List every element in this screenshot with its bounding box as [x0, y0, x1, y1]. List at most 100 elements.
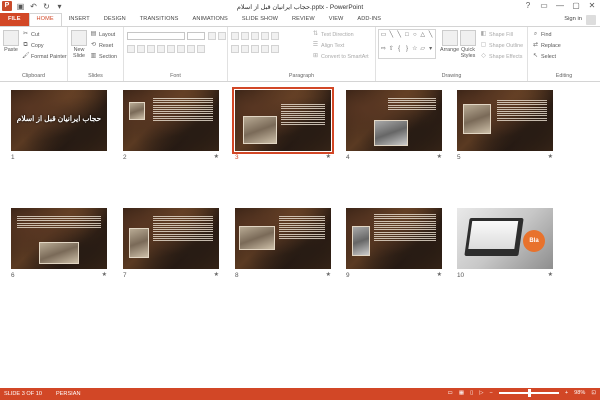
oval-shape-icon[interactable]: ○ — [411, 31, 418, 44]
zoom-out-button[interactable]: − — [490, 390, 493, 396]
tab-view[interactable]: VIEW — [322, 13, 351, 26]
underline-icon[interactable] — [147, 45, 155, 53]
tab-animations[interactable]: ANIMATIONS — [186, 13, 235, 26]
line-spacing-icon[interactable] — [271, 32, 279, 40]
slide-tile-2[interactable]: 2 ★ — [123, 90, 219, 162]
slide-tile-8[interactable]: 8 ★ — [235, 208, 331, 280]
animation-star-icon[interactable]: ★ — [548, 153, 553, 160]
slide-thumbnail[interactable]: حجاب ایرانیان قبل از اسلام — [11, 90, 107, 151]
slide-tile-4[interactable]: 4 ★ — [346, 90, 442, 162]
more-shapes-icon[interactable]: ▾ — [427, 45, 434, 58]
bullets-icon[interactable] — [231, 32, 239, 40]
avatar[interactable] — [586, 15, 596, 25]
zoom-slider[interactable] — [498, 389, 559, 397]
zoom-slider-thumb[interactable] — [527, 389, 531, 397]
slide-tile-5[interactable]: 5 ★ — [457, 90, 553, 162]
slide-sorter-view-icon[interactable]: ▦ — [459, 390, 464, 396]
ribbon-display-button[interactable]: ▭ — [538, 0, 550, 11]
tab-insert[interactable]: INSERT — [62, 13, 97, 26]
shape-fill-button[interactable]: ◧ Shape Fill — [480, 31, 513, 38]
align-center-icon[interactable] — [241, 45, 249, 53]
new-slide-button[interactable]: New Slide — [71, 30, 87, 59]
animation-star-icon[interactable]: ★ — [437, 271, 442, 278]
line-shape-icon-2[interactable]: ╲ — [396, 31, 403, 44]
animation-star-icon[interactable]: ★ — [214, 153, 219, 160]
shapes-gallery[interactable]: ▭ ╲ ╲ □ ○ △ ╲ ⇨ ⇧ { } ☆ ▱ ▾ — [378, 29, 436, 59]
cut-button[interactable]: ✂ Cut — [22, 31, 39, 38]
close-button[interactable]: ✕ — [586, 0, 598, 11]
paste-button[interactable]: Paste — [3, 30, 19, 53]
align-left-icon[interactable] — [231, 45, 239, 53]
slide-tile-7[interactable]: 7 ★ — [123, 208, 219, 280]
shape-outline-button[interactable]: ▢ Shape Outline — [480, 42, 524, 49]
font-size-combo[interactable] — [187, 32, 205, 40]
arrow-shape-icon-2[interactable]: ⇧ — [388, 45, 395, 58]
text-direction-button[interactable]: ⇅ Text Direction — [312, 31, 354, 38]
slide-thumbnail[interactable] — [11, 208, 107, 269]
animation-star-icon[interactable]: ★ — [102, 271, 107, 278]
animation-star-icon[interactable]: ★ — [548, 271, 553, 278]
rectangle-shape-icon[interactable]: ▭ — [380, 31, 387, 44]
columns-icon[interactable] — [271, 45, 279, 53]
tab-design[interactable]: DESIGN — [97, 13, 133, 26]
justify-icon[interactable] — [261, 45, 269, 53]
slide-thumbnail[interactable] — [235, 208, 331, 269]
brace-shape-icon-2[interactable]: } — [404, 45, 411, 58]
tab-add-ins[interactable]: ADD-INS — [350, 13, 388, 26]
animation-star-icon[interactable]: ★ — [214, 271, 219, 278]
brace-shape-icon[interactable]: { — [396, 45, 403, 58]
tab-transitions[interactable]: TRANSITIONS — [133, 13, 186, 26]
maximize-button[interactable]: ▢ — [570, 0, 582, 11]
bold-icon[interactable] — [127, 45, 135, 53]
quick-styles-button[interactable]: Quick Styles — [460, 30, 476, 59]
line-shape-icon-3[interactable]: ╲ — [427, 31, 434, 44]
tab-slide-show[interactable]: SLIDE SHOW — [235, 13, 285, 26]
shrink-font-icon[interactable] — [218, 32, 226, 40]
grow-font-icon[interactable] — [208, 32, 216, 40]
italic-icon[interactable] — [137, 45, 145, 53]
reading-view-icon[interactable]: ▯ — [470, 390, 473, 396]
callout-shape-icon[interactable]: ▱ — [419, 45, 426, 58]
slide-thumbnail[interactable] — [123, 208, 219, 269]
case-icon[interactable] — [187, 45, 195, 53]
spacing-icon[interactable] — [177, 45, 185, 53]
font-name-combo[interactable] — [127, 32, 185, 40]
slideshow-view-icon[interactable]: ▷ — [479, 390, 483, 396]
star-shape-icon[interactable]: ☆ — [411, 45, 418, 58]
slide-thumbnail-selected[interactable] — [232, 87, 334, 154]
slide-thumbnail[interactable] — [123, 90, 219, 151]
animation-star-icon[interactable]: ★ — [326, 271, 331, 278]
normal-view-icon[interactable]: ▭ — [448, 390, 453, 396]
find-button[interactable]: ⌕ Find — [532, 31, 552, 38]
slide-tile-1[interactable]: حجاب ایرانیان قبل از اسلام 1 — [11, 90, 107, 162]
numbering-icon[interactable] — [241, 32, 249, 40]
animation-star-icon[interactable]: ★ — [437, 153, 442, 160]
line-shape-icon[interactable]: ╲ — [388, 31, 395, 44]
align-text-button[interactable]: ☰ Align Text — [312, 42, 344, 49]
replace-button[interactable]: ⇄ Replace — [532, 42, 561, 49]
format-painter-button[interactable]: 🖌 Format Painter — [22, 53, 67, 60]
section-button[interactable]: ▥ Section — [90, 53, 117, 60]
language-indicator[interactable]: PERSIAN — [56, 391, 81, 397]
tab-review[interactable]: REVIEW — [285, 13, 322, 26]
align-right-icon[interactable] — [251, 45, 259, 53]
strikethrough-icon[interactable] — [157, 45, 165, 53]
increase-indent-icon[interactable] — [261, 32, 269, 40]
slide-tile-6[interactable]: 6 ★ — [11, 208, 107, 280]
fit-to-window-icon[interactable]: ⊡ — [591, 390, 596, 396]
help-button[interactable]: ? — [522, 0, 534, 11]
arrow-shape-icon[interactable]: ⇨ — [380, 45, 387, 58]
copy-button[interactable]: ⧉ Copy — [22, 42, 43, 49]
layout-button[interactable]: ▤ Layout — [90, 31, 116, 38]
reset-button[interactable]: ⟲ Reset — [90, 42, 113, 49]
decrease-indent-icon[interactable] — [251, 32, 259, 40]
animation-star-icon[interactable]: ★ — [326, 153, 331, 160]
slide-tile-3[interactable]: 3 ★ — [232, 87, 334, 162]
tab-home[interactable]: HOME — [28, 13, 62, 26]
slide-thumbnail[interactable]: Bla — [457, 208, 553, 269]
slide-thumbnail[interactable] — [457, 90, 553, 151]
minimize-button[interactable]: — — [554, 0, 566, 11]
tab-file[interactable]: FILE — [0, 13, 29, 26]
arrange-button[interactable]: Arrange — [440, 30, 459, 53]
triangle-shape-icon[interactable]: △ — [419, 31, 426, 44]
